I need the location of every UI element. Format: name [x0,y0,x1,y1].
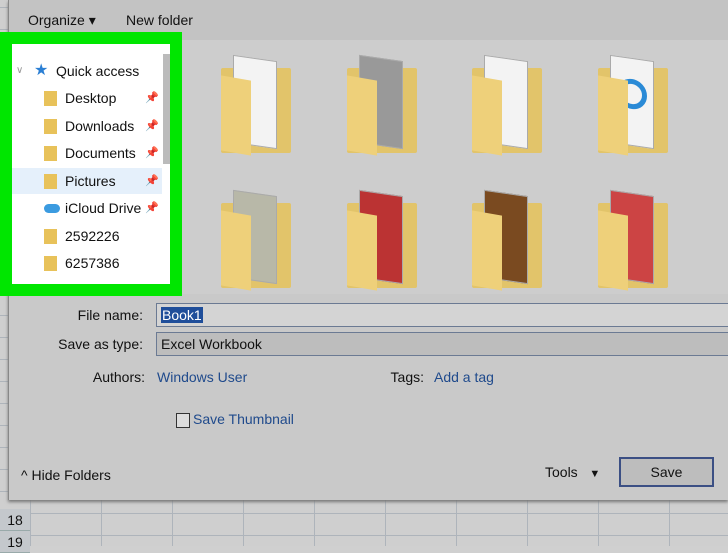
chevron-up-icon: ^ [21,467,28,483]
downloads-folder-icon [44,119,57,134]
nav-item-6257386[interactable]: 6257386 [12,250,162,276]
nav-label: 2592226 [65,228,120,244]
nav-label: Quick access [56,63,140,79]
pictures-folder-icon [44,174,57,189]
pin-icon[interactable]: 📌 [145,140,159,166]
nav-label: 6257386 [65,255,120,271]
pin-icon[interactable]: 📌 [145,168,159,194]
save-button[interactable]: Save [619,457,714,487]
star-icon: ★ [34,62,49,79]
folder-item[interactable] [472,189,542,291]
file-name-value: Book1 [161,307,203,323]
authors-label: Authors: [92,369,145,385]
organize-button[interactable]: Organize ▾ [28,12,96,29]
row-header: 19 [0,531,30,553]
folder-item[interactable] [347,189,417,291]
nav-quick-access[interactable]: ∨ ★ Quick access [12,58,162,84]
folder-item[interactable] [221,189,291,291]
save-as-type-select[interactable]: Excel Workbook [156,332,728,356]
folder-item[interactable] [598,189,668,291]
nav-item-downloads[interactable]: Downloads 📌 [12,113,162,139]
nav-label: Downloads [65,118,135,134]
new-folder-button[interactable]: New folder [126,12,193,28]
hide-folders-button[interactable]: ^ Hide Folders [21,467,111,483]
nav-label: iCloud Drive [65,200,142,216]
desktop-folder-icon [44,91,57,106]
folder-item[interactable] [598,54,668,156]
save-thumbnail-label[interactable]: Save Thumbnail [193,411,294,427]
nav-label: Documents [65,145,136,161]
file-name-input[interactable]: Book1 [156,303,728,327]
nav-scrollbar[interactable] [163,54,170,164]
file-name-label: File name: [77,307,143,323]
pin-icon[interactable]: 📌 [145,113,159,139]
dropdown-arrow-icon: ▼ [589,468,601,480]
nav-label: Pictures [65,173,116,189]
nav-label: Desktop [65,90,117,106]
save-as-type-label: Save as type: [58,336,143,352]
navigation-pane: ∨ ★ Quick access Desktop 📌 Downloads 📌 Doc… [12,44,170,284]
nav-item-pictures[interactable]: Pictures 📌 [12,168,162,194]
chevron-down-icon: ∨ [16,65,24,76]
documents-folder-icon [44,146,57,161]
pin-icon[interactable]: 📌 [145,85,159,111]
nav-item-documents[interactable]: Documents 📌 [12,140,162,166]
tools-button[interactable]: Tools ▼ [545,464,600,480]
cloud-icon [44,204,60,213]
folder-icon [44,256,57,271]
row-header: 18 [0,509,30,531]
nav-item-desktop[interactable]: Desktop 📌 [12,85,162,111]
folder-item[interactable] [221,54,291,156]
pin-icon[interactable]: 📌 [145,195,159,221]
authors-value[interactable]: Windows User [157,369,247,385]
save-thumbnail-checkbox[interactable] [176,413,190,428]
tags-label: Tags: [390,369,424,385]
folder-icon [44,229,57,244]
add-tag-link[interactable]: Add a tag [434,369,494,385]
nav-item-icloud-drive[interactable]: iCloud Drive 📌 [12,195,162,221]
folder-item[interactable] [347,54,417,156]
nav-item-2592226[interactable]: 2592226 [12,223,162,249]
folder-item[interactable] [472,54,542,156]
